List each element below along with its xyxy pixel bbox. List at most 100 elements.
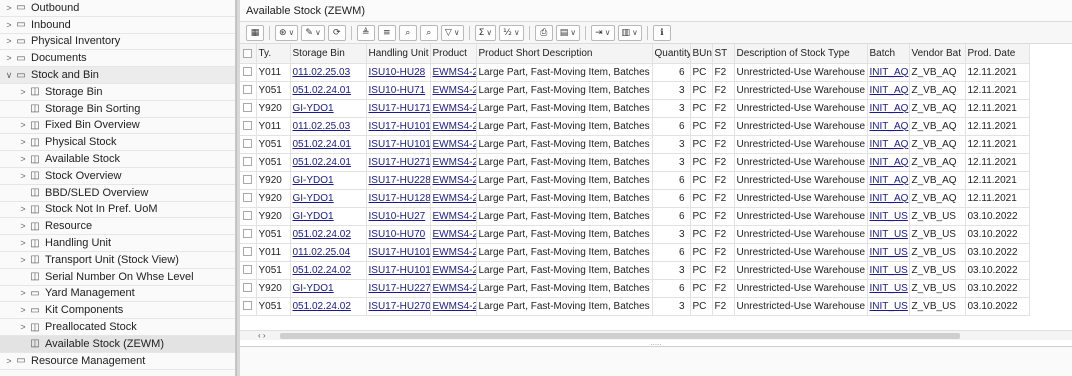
cell-link[interactable]: EWMS4-20 xyxy=(433,121,476,132)
column-header[interactable]: Description of Stock Type xyxy=(734,44,868,64)
row-checkbox[interactable] xyxy=(243,229,253,239)
table-cell[interactable]: INIT_US xyxy=(867,279,910,298)
cell-link[interactable]: 051.02.24.01 xyxy=(293,139,351,150)
cell-link[interactable]: EWMS4-20 xyxy=(433,211,476,222)
cell-link[interactable]: ISU17-HU1017 xyxy=(369,139,430,150)
cell-link[interactable]: INIT_AQ xyxy=(870,121,909,132)
cell-link[interactable]: INIT_AQ xyxy=(870,85,909,96)
cell-link[interactable]: INIT_US xyxy=(870,283,908,294)
chevron-right-icon[interactable]: > xyxy=(18,255,28,265)
chevron-right-icon[interactable]: > xyxy=(18,171,28,181)
table-cell[interactable]: ISU10-HU71 xyxy=(366,81,431,100)
table-cell[interactable]: GI-YDO1 xyxy=(290,171,367,190)
nav-item-inbound[interactable]: > ▭ Inbound xyxy=(0,17,235,34)
table-cell[interactable]: EWMS4-20 xyxy=(430,171,477,190)
chevron-right-icon[interactable]: > xyxy=(4,356,14,366)
table-row[interactable]: Y920GI-YDO1 ISU17-HU128EWMS4-20Large Part… xyxy=(240,189,1030,208)
cell-link[interactable]: GI-YDO1 xyxy=(293,283,334,294)
table-row[interactable]: Y011011.02.25.03 ISU10-HU28 EWMS4-20Large … xyxy=(240,63,1030,82)
cell-link[interactable]: ISU17-HU228 xyxy=(369,175,430,186)
row-selector[interactable] xyxy=(240,171,257,190)
sort-ascending-button[interactable]: ≜ xyxy=(356,24,375,41)
chevron-right-icon[interactable]: > xyxy=(4,53,14,63)
row-selector[interactable] xyxy=(240,243,257,262)
table-cell[interactable]: 051.02.24.01 xyxy=(290,153,367,172)
table-cell[interactable]: INIT_AQ xyxy=(867,171,910,190)
cell-link[interactable]: 051.02.24.02 xyxy=(293,229,351,240)
find-next-button[interactable]: ⌕ xyxy=(419,24,438,41)
row-checkbox[interactable] xyxy=(243,67,253,77)
cell-link[interactable]: GI-YDO1 xyxy=(293,211,334,222)
table-cell[interactable]: EWMS4-20 xyxy=(430,243,477,262)
cell-link[interactable]: 051.02.24.02 xyxy=(293,301,351,312)
table-cell[interactable]: INIT_AQ xyxy=(867,153,910,172)
nav-item-handling-unit[interactable]: > ◫ Handling Unit xyxy=(0,235,235,252)
row-checkbox[interactable] xyxy=(243,139,253,149)
nav-item-fixed-bin-overview[interactable]: > ◫ Fixed Bin Overview xyxy=(0,118,235,135)
cell-link[interactable]: INIT_AQ xyxy=(870,67,909,78)
cell-link[interactable]: 051.02.24.02 xyxy=(293,265,351,276)
row-selector[interactable] xyxy=(240,207,257,226)
cell-link[interactable]: GI-YDO1 xyxy=(293,175,334,186)
table-row[interactable]: Y051051.02.24.01 ISU17-HU271EWMS4-20Large… xyxy=(240,153,1030,172)
row-selector[interactable] xyxy=(240,99,257,118)
table-row[interactable]: Y011011.02.25.04 ISU17-HU1013EWMS4-20Larg… xyxy=(240,243,1030,262)
table-cell[interactable]: 011.02.25.03 xyxy=(290,63,367,82)
nav-item-stock-overview[interactable]: > ◫ Stock Overview xyxy=(0,168,235,185)
table-cell[interactable]: ISU10-HU28 xyxy=(366,63,431,82)
table-cell[interactable]: INIT_US xyxy=(867,261,910,280)
refresh-button[interactable]: ⟳ xyxy=(327,24,346,41)
cell-link[interactable]: INIT_US xyxy=(870,301,908,312)
table-cell[interactable]: GI-YDO1 xyxy=(290,207,367,226)
table-cell[interactable]: INIT_AQ xyxy=(867,117,910,136)
table-cell[interactable]: INIT_US xyxy=(867,243,910,262)
cell-link[interactable]: ISU17-HU227 xyxy=(369,283,430,294)
table-cell[interactable]: ISU17-HU227 xyxy=(366,279,431,298)
chevron-right-icon[interactable]: > xyxy=(4,20,14,30)
chevron-right-icon[interactable]: > xyxy=(18,238,28,248)
sort-descending-button[interactable]: ≡ xyxy=(377,24,396,41)
cell-link[interactable]: 011.02.25.03 xyxy=(293,67,351,78)
column-header[interactable]: Product Short Description xyxy=(476,44,653,64)
table-cell[interactable]: EWMS4-20 xyxy=(430,297,477,316)
table-cell[interactable]: GI-YDO1 xyxy=(290,189,367,208)
table-row[interactable]: Y051051.02.24.01 ISU17-HU1017EWMS4-20Larg… xyxy=(240,135,1030,154)
table-row[interactable]: Y920GI-YDO1 ISU17-HU227EWMS4-20Large Part… xyxy=(240,279,1030,298)
table-cell[interactable]: ISU17-HU1014 xyxy=(366,117,431,136)
select-all-checkbox[interactable] xyxy=(243,48,253,58)
table-cell[interactable]: 011.02.25.04 xyxy=(290,243,367,262)
table-cell[interactable]: INIT_US xyxy=(867,225,910,244)
chevron-right-icon[interactable]: > xyxy=(18,322,28,332)
layout-button[interactable]: ▥ ∨ xyxy=(617,24,642,41)
chevron-right-icon[interactable]: > xyxy=(4,36,14,46)
table-cell[interactable]: EWMS4-20 xyxy=(430,135,477,154)
table-row[interactable]: Y051051.02.24.02 ISU17-HU270EWMS4-20Large… xyxy=(240,297,1030,316)
row-checkbox[interactable] xyxy=(243,301,253,311)
chevron-right-icon[interactable]: > xyxy=(18,204,28,214)
table-cell[interactable]: 051.02.24.02 xyxy=(290,297,367,316)
scroll-arrows[interactable]: ‹ › xyxy=(258,331,266,341)
column-header[interactable]: Batch xyxy=(867,44,910,64)
row-checkbox[interactable] xyxy=(243,121,253,131)
row-selector[interactable] xyxy=(240,81,257,100)
table-cell[interactable]: INIT_AQ xyxy=(867,189,910,208)
cell-link[interactable]: EWMS4-20 xyxy=(433,301,476,312)
nav-item-available-stock[interactable]: > ◫ Available Stock xyxy=(0,151,235,168)
table-row[interactable]: Y011011.02.25.03 ISU17-HU1014EWMS4-20Larg… xyxy=(240,117,1030,136)
total-button[interactable]: Σ ∨ xyxy=(474,24,497,41)
cell-link[interactable]: ISU17-HU270 xyxy=(369,301,430,312)
table-cell[interactable]: 051.02.24.01 xyxy=(290,135,367,154)
cell-link[interactable]: INIT_AQ xyxy=(870,103,909,114)
table-cell[interactable]: INIT_AQ xyxy=(867,135,910,154)
info-button[interactable]: ℹ xyxy=(652,24,671,41)
column-header[interactable]: Storage Bin xyxy=(290,44,367,64)
table-cell[interactable]: ISU17-HU1013 xyxy=(366,243,431,262)
print-button[interactable]: ⎙ xyxy=(534,24,553,41)
table-cell[interactable]: 051.02.24.01 xyxy=(290,81,367,100)
nav-item-bbd-sled-overview[interactable]: ◫ BBD/SLED Overview xyxy=(0,185,235,202)
row-checkbox[interactable] xyxy=(243,265,253,275)
change-button[interactable]: ✎ ∨ xyxy=(301,24,325,41)
row-checkbox[interactable] xyxy=(243,193,253,203)
nav-item-kit-components[interactable]: > ▭ Kit Components xyxy=(0,302,235,320)
cell-link[interactable]: EWMS4-20 xyxy=(433,193,476,204)
